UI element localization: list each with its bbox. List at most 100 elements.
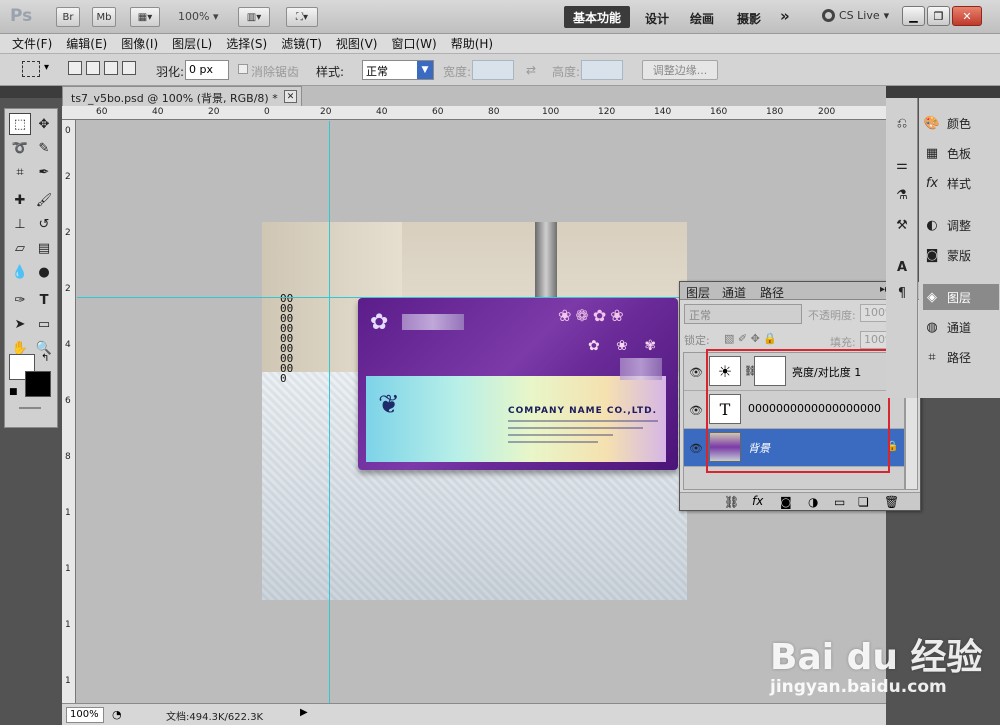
fx-icon[interactable]: fx [752, 494, 763, 508]
minimize-button[interactable]: ▁ [902, 6, 925, 26]
stamp-tool-icon[interactable]: ⊥ [9, 213, 31, 235]
panel-color[interactable]: 🎨 颜色 [923, 110, 999, 136]
zoom-level-dropdown[interactable]: 100% ▾ [178, 10, 218, 23]
eye-icon[interactable]: 👁 [689, 404, 703, 417]
panel-styles[interactable]: fx 样式 [923, 170, 999, 196]
brush-tool-icon[interactable]: 🖌 [33, 189, 55, 211]
more-workspaces-button[interactable]: » [780, 7, 790, 25]
panel-swatches[interactable]: ▦ 色板 [923, 140, 999, 166]
workspace-painting[interactable]: 绘画 [690, 10, 714, 27]
blur-tool-icon[interactable]: 💧 [9, 261, 31, 283]
feather-input[interactable]: 0 px [185, 60, 229, 80]
document-tab[interactable]: ts7_v5bo.psd @ 100% (背景, RGB/8) * ✕ [62, 86, 302, 106]
workspace-essentials[interactable]: 基本功能 [564, 6, 630, 28]
quick-select-tool-icon[interactable]: ✎ [33, 137, 55, 159]
panel-channels[interactable]: ◍ 通道 [923, 314, 999, 340]
trash-icon[interactable]: 🗑 [884, 495, 899, 509]
swap-icon[interactable]: ⇄ [526, 63, 536, 77]
marquee-preset-icon[interactable] [22, 61, 40, 77]
panel-masks[interactable]: ◙ 蒙版 [923, 242, 999, 268]
move-tool-icon[interactable]: ✥ [33, 113, 55, 135]
history-brush-tool-icon[interactable]: ↺ [33, 213, 55, 235]
quick-mask-icon[interactable] [19, 407, 41, 409]
add-selection-icon[interactable] [86, 61, 100, 75]
lasso-tool-icon[interactable]: ➰ [9, 137, 31, 159]
view-extras-button[interactable]: ▦▾ [130, 7, 160, 27]
menu-select[interactable]: 选择(S) [226, 35, 267, 52]
swap-colors-icon[interactable]: ↰ [41, 353, 49, 364]
refine-edge-button[interactable]: 调整边缘... [642, 60, 718, 80]
height-input[interactable] [581, 60, 623, 80]
mini-bridge-button[interactable]: Mb [92, 7, 116, 27]
pen-tool-icon[interactable]: ✑ [9, 289, 31, 311]
path-select-tool-icon[interactable]: ➤ [9, 313, 31, 335]
status-menu-arrow-icon[interactable]: ▶ [300, 707, 308, 718]
right-dock-header[interactable] [886, 86, 1000, 98]
menu-edit[interactable]: 编辑(E) [66, 35, 107, 52]
lock-icons[interactable]: ▧ ✐ ✥ 🔒 [724, 332, 777, 345]
shape-tool-icon[interactable]: ▭ [33, 313, 55, 335]
add-mask-icon[interactable]: ◙ [780, 495, 792, 509]
type-tool-icon[interactable]: T [33, 289, 55, 311]
tab-layers[interactable]: 图层 [686, 284, 710, 301]
eraser-tool-icon[interactable]: ▱ [9, 237, 31, 259]
ruler-vertical[interactable]: 0 2 2 2 4 6 8 1 1 1 1 [62, 120, 76, 703]
subtract-selection-icon[interactable] [104, 61, 118, 75]
healing-brush-tool-icon[interactable]: ✚ [9, 189, 31, 211]
gradient-tool-icon[interactable]: ▤ [33, 237, 55, 259]
panel-layers[interactable]: ◈ 图层 [923, 284, 999, 310]
menu-view[interactable]: 视图(V) [336, 35, 378, 52]
tab-paths[interactable]: 路径 [760, 284, 784, 301]
menu-file[interactable]: 文件(F) [12, 35, 52, 52]
cs-live-button[interactable]: CS Live ▾ [822, 9, 889, 22]
tab-channels[interactable]: 通道 [722, 284, 746, 301]
bridge-button[interactable]: Br [56, 7, 80, 27]
document-image[interactable]: ✿ ❀❁✿❀ ✿ ❀ ✾ ❦ COMPANY NAME CO.,LTD. 000… [262, 222, 687, 600]
eye-icon[interactable]: 👁 [689, 442, 703, 455]
chevron-down-icon[interactable]: ▾ [44, 62, 49, 73]
status-info-icon[interactable]: ◔ [112, 708, 122, 721]
workspace-photography[interactable]: 摄影 [737, 10, 761, 27]
menu-image[interactable]: 图像(I) [121, 35, 158, 52]
tools-panel-header[interactable] [0, 86, 62, 98]
panel-adjustments[interactable]: ◐ 调整 [923, 212, 999, 238]
width-input[interactable] [472, 60, 514, 80]
crop-tool-icon[interactable]: ⌗ [9, 161, 31, 183]
guide-vertical[interactable] [329, 121, 330, 703]
new-layer-icon[interactable]: ❏ [858, 495, 869, 509]
arrange-documents-button[interactable]: ▥▾ [238, 7, 270, 27]
eye-icon[interactable]: 👁 [689, 366, 703, 379]
dodge-tool-icon[interactable]: ● [33, 261, 55, 283]
antialias-checkbox[interactable] [238, 64, 248, 74]
rect-marquee-tool-icon[interactable]: ⬚ [9, 113, 31, 135]
link-layers-icon[interactable]: ⛓ [724, 495, 739, 509]
screen-mode-button[interactable]: ⛶▾ [286, 7, 318, 27]
paragraph-panel-icon[interactable]: ¶ [893, 284, 911, 302]
clone-source-icon[interactable]: ⚗ [893, 186, 911, 204]
restore-button[interactable]: ❐ [927, 6, 950, 26]
background-color-swatch[interactable] [25, 371, 51, 397]
group-folder-icon[interactable]: ▭ [834, 495, 845, 509]
style-select[interactable]: 正常 ▼ [362, 60, 434, 80]
eyedropper-tool-icon[interactable]: ✒ [33, 161, 55, 183]
close-window-button[interactable]: ✕ [952, 6, 982, 26]
status-zoom-input[interactable]: 100% [66, 707, 104, 723]
close-tab-icon[interactable]: ✕ [284, 90, 297, 103]
character-panel-icon[interactable]: A [893, 258, 911, 276]
brush-presets-icon[interactable]: ⚌ [893, 156, 911, 174]
menu-layer[interactable]: 图层(L) [172, 35, 212, 52]
workspace-design[interactable]: 设计 [645, 10, 669, 27]
tool-presets-icon[interactable]: ⚒ [893, 216, 911, 234]
intersect-selection-icon[interactable] [122, 61, 136, 75]
default-colors-icon[interactable]: ■ [9, 387, 18, 397]
menu-filter[interactable]: 滤镜(T) [281, 35, 322, 52]
blend-mode-select[interactable]: 正常 [684, 304, 802, 324]
adjustment-layer-icon[interactable]: ◑ [808, 495, 818, 509]
menu-help[interactable]: 帮助(H) [451, 35, 493, 52]
history-panel-icon[interactable]: ⎌ [893, 114, 911, 132]
menu-window[interactable]: 窗口(W) [391, 35, 436, 52]
ruler-horizontal[interactable]: 60 40 20 0 20 40 60 80 100 120 140 160 1… [62, 106, 886, 120]
ruler-label: 60 [96, 107, 108, 117]
new-selection-icon[interactable] [68, 61, 82, 75]
panel-paths[interactable]: ⌗ 路径 [923, 344, 999, 370]
